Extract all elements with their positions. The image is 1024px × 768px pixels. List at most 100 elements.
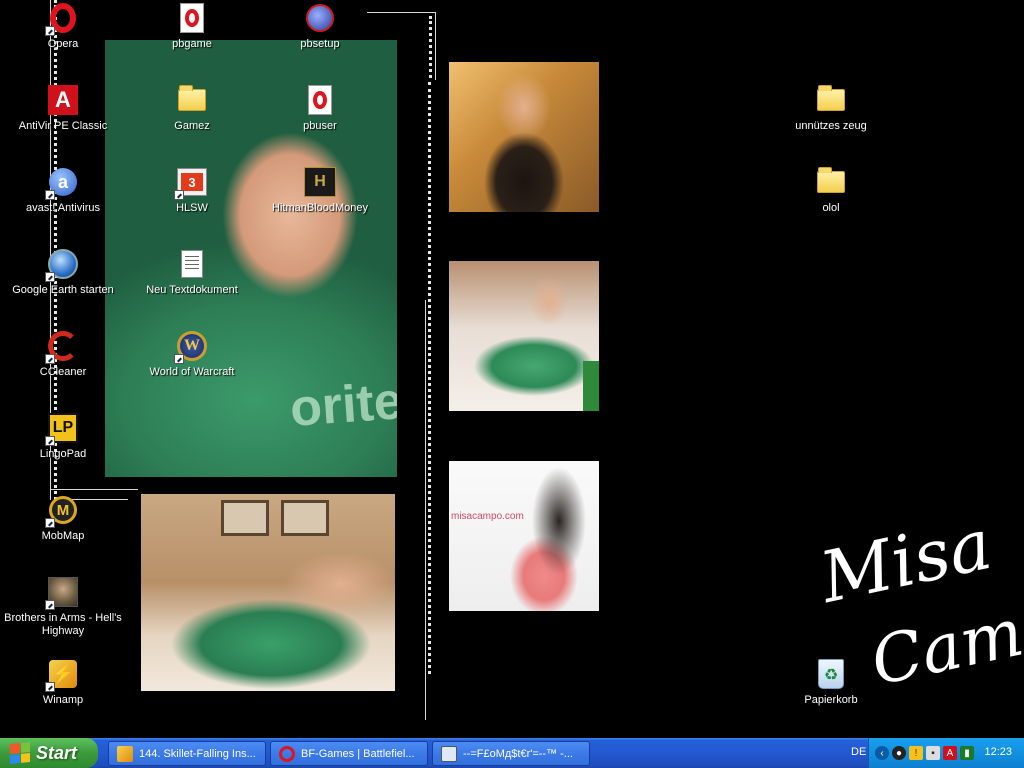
desktop-icon-hlsw[interactable]: 3 HLSW (130, 166, 254, 215)
desktop-icon-label: pbsetup (300, 38, 340, 50)
shortcut-arrow-icon (45, 354, 55, 364)
setup-icon (304, 2, 336, 34)
folder-icon (176, 84, 208, 116)
chat-window-icon (441, 745, 457, 762)
desktop-icon-brothers-in-arms[interactable]: Brothers in Arms - Hell's Highway (1, 576, 125, 638)
avira-umbrella-icon[interactable]: A (943, 746, 957, 760)
desktop-icon-pbgame[interactable]: pbgame (130, 2, 254, 51)
wallpaper-website-text: misacampo.com (451, 511, 524, 522)
taskbar-button-label: BF-Games | Battlefiel... (301, 747, 415, 760)
desktop-icon-label: Brothers in Arms - Hell's Highway (4, 612, 122, 637)
opera-document-icon (304, 84, 336, 116)
shortcut-arrow-icon (174, 354, 184, 364)
hlsw-icon: 3 (174, 166, 208, 200)
folder-icon (815, 84, 847, 116)
shortcut-arrow-icon (45, 600, 55, 610)
desktop-icon-label: pbgame (172, 38, 212, 50)
winamp-icon (117, 745, 133, 762)
wallpaper-line (435, 12, 436, 80)
desktop-icon-olol[interactable]: olol (769, 166, 893, 215)
taskbar-button-winamp[interactable]: 144. Skillet-Falling Ins... (108, 741, 266, 766)
shortcut-arrow-icon (45, 190, 55, 200)
world-of-warcraft-icon: W (174, 330, 208, 364)
system-tray: ‹ ● ! ▪ A ▮ 12:23 (868, 738, 1024, 768)
desktop-icon-avast[interactable]: a avast! Antivirus (1, 166, 125, 215)
desktop-icon-google-earth[interactable]: Google Earth starten (1, 248, 125, 297)
wallpaper-line (425, 300, 426, 720)
desktop-icon-mobmap[interactable]: M MobMap (1, 494, 125, 543)
desktop-icon-label: olol (822, 202, 840, 214)
desktop-icon-label: Papierkorb (804, 694, 858, 706)
desktop-icon-label: CCleaner (39, 366, 87, 378)
desktop-icon-label: Winamp (42, 694, 84, 706)
desktop-icon-label: Google Earth starten (12, 284, 114, 296)
opera-icon (45, 2, 79, 36)
wallpaper-photo-thumb-3: misacampo.com (449, 461, 599, 611)
shortcut-arrow-icon (45, 272, 55, 282)
wallpaper-picture-frame (281, 500, 329, 536)
desktop-icon-unnuetzes-zeug[interactable]: unnützes zeug (769, 84, 893, 133)
desktop-icon-label: pbuser (303, 120, 337, 132)
desktop-icon-label: Neu Textdokument (146, 284, 238, 296)
shortcut-arrow-icon (45, 518, 55, 528)
opera-icon (279, 745, 295, 762)
taskbar: Start 144. Skillet-Falling Ins... BF-Gam… (0, 738, 1024, 768)
desktop-icon-opera[interactable]: Opera (1, 2, 125, 51)
wallpaper-line (50, 489, 138, 490)
desktop-icon-label: AntiVir PE Classic (18, 120, 108, 132)
network-icon[interactable]: ▪ (926, 746, 940, 760)
taskbar-button-label: 144. Skillet-Falling Ins... (139, 747, 256, 760)
wallpaper-picture-frame (221, 500, 269, 536)
lingopad-icon: LP (45, 412, 79, 446)
desktop-icon-world-of-warcraft[interactable]: W World of Warcraft (130, 330, 254, 379)
monitor-icon[interactable]: ▮ (960, 746, 974, 760)
desktop-icon-ccleaner[interactable]: CCleaner (1, 330, 125, 379)
desktop-icon-winamp[interactable]: ⚡ Winamp (1, 658, 125, 707)
desktop-icon-antivir[interactable]: A AntiVir PE Classic (1, 84, 125, 133)
opera-document-icon (176, 2, 208, 34)
desktop-icon-label: avast! Antivirus (26, 202, 100, 214)
desktop-icon-neu-textdokument[interactable]: Neu Textdokument (130, 248, 254, 297)
wallpaper-shirt-text: orite (288, 372, 397, 438)
desktop-icon-label: HLSW (176, 202, 208, 214)
desktop-icon-label: Gamez (174, 120, 210, 132)
desktop-icon-label: HitmanBloodMoney (272, 202, 368, 214)
start-button[interactable]: Start (0, 738, 98, 768)
taskbar-button-label: --=F£oMд$t€r'=--™ -... (463, 747, 573, 760)
hitman-icon: H (304, 166, 336, 198)
desktop-icon-pbuser[interactable]: pbuser (258, 84, 382, 133)
desktop-icon-hitman[interactable]: H HitmanBloodMoney (258, 166, 382, 215)
desktop-icon-label: Opera (47, 38, 79, 50)
desktop-icon-lingopad[interactable]: LP LingoPad (1, 412, 125, 461)
expand-arrow-icon[interactable]: ‹ (875, 746, 889, 760)
desktop-icon-label: MobMap (41, 530, 85, 542)
wallpaper-photo-thumb-1 (449, 62, 599, 212)
text-document-icon (176, 248, 208, 280)
desktop[interactable]: orite misacampo.com Misa Campo Opera pbg… (0, 0, 1024, 738)
steam-icon[interactable]: ● (892, 746, 906, 760)
wallpaper-photo-bedroom (141, 494, 395, 691)
avira-umbrella-icon: A (47, 84, 79, 116)
wallpaper-stripe (583, 361, 599, 411)
shortcut-arrow-icon (45, 682, 55, 692)
desktop-icon-label: LingoPad (39, 448, 87, 460)
ccleaner-icon (45, 330, 79, 364)
desktop-icon-label: World of Warcraft (149, 366, 235, 378)
taskbar-button-chat[interactable]: --=F£oMд$t€r'=--™ -... (432, 741, 590, 766)
desktop-icon-pbsetup[interactable]: pbsetup (258, 2, 382, 51)
security-shield-icon[interactable]: ! (909, 746, 923, 760)
recycle-bin-icon: ♻ (815, 658, 847, 690)
wallpaper-photo-thumb-2 (449, 261, 599, 411)
desktop-icon-gamez[interactable]: Gamez (130, 84, 254, 133)
shortcut-arrow-icon (45, 26, 55, 36)
avast-icon: a (45, 166, 79, 200)
shortcut-arrow-icon (45, 436, 55, 446)
taskbar-button-opera[interactable]: BF-Games | Battlefiel... (270, 741, 428, 766)
desktop-icon-papierkorb[interactable]: ♻ Papierkorb (769, 658, 893, 707)
language-indicator[interactable]: DE (851, 746, 866, 758)
soldier-icon (45, 576, 79, 610)
windows-flag-icon (10, 741, 30, 765)
clock[interactable]: 12:23 (984, 746, 1012, 758)
start-label: Start (36, 742, 78, 763)
wallpaper-dotted-line (428, 82, 431, 674)
